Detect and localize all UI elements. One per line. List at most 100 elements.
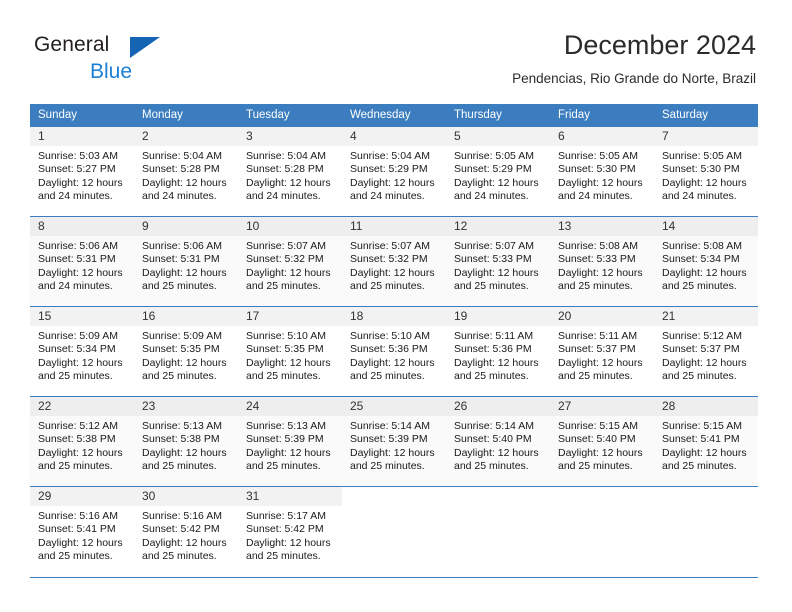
daylight-text-line1: Daylight: 12 hours	[350, 266, 435, 279]
calendar-day-cell[interactable]: 10 Sunrise: 5:07 AM Sunset: 5:32 PM Dayligh…	[238, 216, 342, 307]
calendar-cell-empty	[342, 486, 446, 577]
day-number: 29	[30, 487, 134, 506]
day-number: 24	[238, 397, 342, 416]
daylight-text-line1: Daylight: 12 hours	[558, 266, 643, 279]
sunset-text: Sunset: 5:31 PM	[38, 253, 116, 266]
sunrise-text: Sunrise: 5:14 AM	[454, 420, 534, 432]
calendar-week-row: 29 Sunrise: 5:16 AM Sunset: 5:41 PM Dayligh…	[30, 486, 758, 577]
sunset-text: Sunset: 5:30 PM	[558, 163, 636, 176]
calendar-day-cell[interactable]: 15 Sunrise: 5:09 AM Sunset: 5:34 PM Dayligh…	[30, 306, 134, 397]
calendar-day-cell[interactable]: 26 Sunrise: 5:14 AM Sunset: 5:40 PM Dayligh…	[446, 396, 550, 487]
sunrise-text: Sunrise: 5:06 AM	[38, 240, 118, 252]
day-details: Sunrise: 5:15 AM Sunset: 5:40 PM Daylight:…	[550, 416, 654, 474]
calendar-day-cell[interactable]: 11 Sunrise: 5:07 AM Sunset: 5:32 PM Dayligh…	[342, 216, 446, 307]
brand-name-top: General	[34, 34, 234, 58]
day-details: Sunrise: 5:09 AM Sunset: 5:34 PM Daylight:…	[30, 326, 134, 384]
day-number: 30	[134, 487, 238, 506]
sunset-text: Sunset: 5:33 PM	[454, 253, 532, 266]
day-number: 2	[134, 127, 238, 146]
sunset-text: Sunset: 5:41 PM	[662, 433, 740, 446]
sunset-text: Sunset: 5:27 PM	[38, 163, 116, 176]
day-number: 1	[30, 127, 134, 146]
sunrise-text: Sunrise: 5:07 AM	[350, 240, 430, 252]
sunset-text: Sunset: 5:36 PM	[350, 343, 428, 356]
sunrise-text: Sunrise: 5:07 AM	[454, 240, 534, 252]
calendar-header-row: Sunday Monday Tuesday Wednesday Thursday Frid…	[30, 104, 758, 127]
day-number: 3	[238, 127, 342, 146]
weekday-header-friday: Friday	[550, 104, 654, 127]
calendar-day-cell[interactable]: 12 Sunrise: 5:07 AM Sunset: 5:33 PM Dayligh…	[446, 216, 550, 307]
calendar-week-row: 1 Sunrise: 5:03 AM Sunset: 5:27 PM Daylight…	[30, 126, 758, 217]
sunset-text: Sunset: 5:33 PM	[558, 253, 636, 266]
day-details: Sunrise: 5:06 AM Sunset: 5:31 PM Daylight:…	[30, 236, 134, 294]
day-details: Sunrise: 5:17 AM Sunset: 5:42 PM Daylight:…	[238, 506, 342, 564]
daylight-text-line1: Daylight: 12 hours	[142, 446, 227, 459]
daylight-text-line2: and 25 minutes.	[454, 460, 529, 473]
daylight-text-line1: Daylight: 12 hours	[350, 176, 435, 189]
calendar-day-cell[interactable]: 30 Sunrise: 5:16 AM Sunset: 5:42 PM Dayligh…	[134, 486, 238, 577]
weekday-header-tuesday: Tuesday	[238, 104, 342, 127]
calendar-day-cell[interactable]: 9 Sunrise: 5:06 AM Sunset: 5:31 PM Daylight…	[134, 216, 238, 307]
calendar-day-cell[interactable]: 31 Sunrise: 5:17 AM Sunset: 5:42 PM Dayligh…	[238, 486, 342, 577]
calendar-day-cell[interactable]: 13 Sunrise: 5:08 AM Sunset: 5:33 PM Dayligh…	[550, 216, 654, 307]
day-details: Sunrise: 5:06 AM Sunset: 5:31 PM Daylight:…	[134, 236, 238, 294]
calendar-day-cell[interactable]: 19 Sunrise: 5:11 AM Sunset: 5:36 PM Dayligh…	[446, 306, 550, 397]
calendar-day-cell[interactable]: 3 Sunrise: 5:04 AM Sunset: 5:28 PM Daylight…	[238, 126, 342, 217]
day-details: Sunrise: 5:07 AM Sunset: 5:32 PM Daylight:…	[342, 236, 446, 294]
sunrise-text: Sunrise: 5:04 AM	[350, 150, 430, 162]
sunrise-text: Sunrise: 5:15 AM	[662, 420, 742, 432]
calendar-day-cell[interactable]: 8 Sunrise: 5:06 AM Sunset: 5:31 PM Daylight…	[30, 216, 134, 307]
calendar-day-cell[interactable]: 17 Sunrise: 5:10 AM Sunset: 5:35 PM Dayligh…	[238, 306, 342, 397]
calendar-day-cell[interactable]: 28 Sunrise: 5:15 AM Sunset: 5:41 PM Dayligh…	[654, 396, 758, 487]
calendar-day-cell[interactable]: 24 Sunrise: 5:13 AM Sunset: 5:39 PM Dayligh…	[238, 396, 342, 487]
day-details: Sunrise: 5:16 AM Sunset: 5:42 PM Daylight:…	[134, 506, 238, 564]
day-number: 20	[550, 307, 654, 326]
daylight-text-line2: and 24 minutes.	[246, 190, 321, 203]
calendar-day-cell[interactable]: 27 Sunrise: 5:15 AM Sunset: 5:40 PM Dayligh…	[550, 396, 654, 487]
daylight-text-line2: and 24 minutes.	[454, 190, 529, 203]
calendar-day-cell[interactable]: 25 Sunrise: 5:14 AM Sunset: 5:39 PM Dayligh…	[342, 396, 446, 487]
sunset-text: Sunset: 5:28 PM	[246, 163, 324, 176]
calendar-day-cell[interactable]: 14 Sunrise: 5:08 AM Sunset: 5:34 PM Dayligh…	[654, 216, 758, 307]
day-details: Sunrise: 5:10 AM Sunset: 5:35 PM Daylight:…	[238, 326, 342, 384]
calendar-day-cell[interactable]: 7 Sunrise: 5:05 AM Sunset: 5:30 PM Daylight…	[654, 126, 758, 217]
calendar-day-cell[interactable]: 18 Sunrise: 5:10 AM Sunset: 5:36 PM Dayligh…	[342, 306, 446, 397]
calendar-day-cell[interactable]: 23 Sunrise: 5:13 AM Sunset: 5:38 PM Dayligh…	[134, 396, 238, 487]
day-details: Sunrise: 5:08 AM Sunset: 5:34 PM Daylight:…	[654, 236, 758, 294]
daylight-text-line1: Daylight: 12 hours	[662, 266, 747, 279]
daylight-text-line2: and 25 minutes.	[38, 460, 113, 473]
calendar-day-cell[interactable]: 4 Sunrise: 5:04 AM Sunset: 5:29 PM Daylight…	[342, 126, 446, 217]
sunrise-text: Sunrise: 5:04 AM	[246, 150, 326, 162]
calendar-day-cell[interactable]: 21 Sunrise: 5:12 AM Sunset: 5:37 PM Dayligh…	[654, 306, 758, 397]
sunset-text: Sunset: 5:29 PM	[350, 163, 428, 176]
daylight-text-line2: and 25 minutes.	[142, 460, 217, 473]
day-number: 4	[342, 127, 446, 146]
brand-logo[interactable]: General Blue	[34, 34, 234, 86]
calendar-day-cell[interactable]: 2 Sunrise: 5:04 AM Sunset: 5:28 PM Daylight…	[134, 126, 238, 217]
sunrise-text: Sunrise: 5:07 AM	[246, 240, 326, 252]
daylight-text-line1: Daylight: 12 hours	[38, 446, 123, 459]
day-number: 11	[342, 217, 446, 236]
calendar-day-cell[interactable]: 6 Sunrise: 5:05 AM Sunset: 5:30 PM Daylight…	[550, 126, 654, 217]
sunset-text: Sunset: 5:39 PM	[350, 433, 428, 446]
sunrise-text: Sunrise: 5:09 AM	[142, 330, 222, 342]
day-number: 13	[550, 217, 654, 236]
daylight-text-line2: and 25 minutes.	[350, 370, 425, 383]
calendar-day-cell[interactable]: 1 Sunrise: 5:03 AM Sunset: 5:27 PM Daylight…	[30, 126, 134, 217]
calendar-week-row: 8 Sunrise: 5:06 AM Sunset: 5:31 PM Daylight…	[30, 216, 758, 307]
sunset-text: Sunset: 5:29 PM	[454, 163, 532, 176]
calendar-day-cell[interactable]: 16 Sunrise: 5:09 AM Sunset: 5:35 PM Dayligh…	[134, 306, 238, 397]
daylight-text-line2: and 25 minutes.	[558, 370, 633, 383]
day-details: Sunrise: 5:05 AM Sunset: 5:30 PM Daylight:…	[550, 146, 654, 204]
daylight-text-line1: Daylight: 12 hours	[142, 176, 227, 189]
sunset-text: Sunset: 5:32 PM	[350, 253, 428, 266]
calendar-day-cell[interactable]: 29 Sunrise: 5:16 AM Sunset: 5:41 PM Dayligh…	[30, 486, 134, 577]
calendar-day-cell[interactable]: 22 Sunrise: 5:12 AM Sunset: 5:38 PM Dayligh…	[30, 396, 134, 487]
calendar-body: 1 Sunrise: 5:03 AM Sunset: 5:27 PM Daylight…	[30, 126, 758, 577]
calendar-day-cell[interactable]: 5 Sunrise: 5:05 AM Sunset: 5:29 PM Daylight…	[446, 126, 550, 217]
calendar-day-cell[interactable]: 20 Sunrise: 5:11 AM Sunset: 5:37 PM Dayligh…	[550, 306, 654, 397]
daylight-text-line1: Daylight: 12 hours	[558, 446, 643, 459]
sunset-text: Sunset: 5:39 PM	[246, 433, 324, 446]
day-details: Sunrise: 5:10 AM Sunset: 5:36 PM Daylight:…	[342, 326, 446, 384]
sunset-text: Sunset: 5:35 PM	[246, 343, 324, 356]
